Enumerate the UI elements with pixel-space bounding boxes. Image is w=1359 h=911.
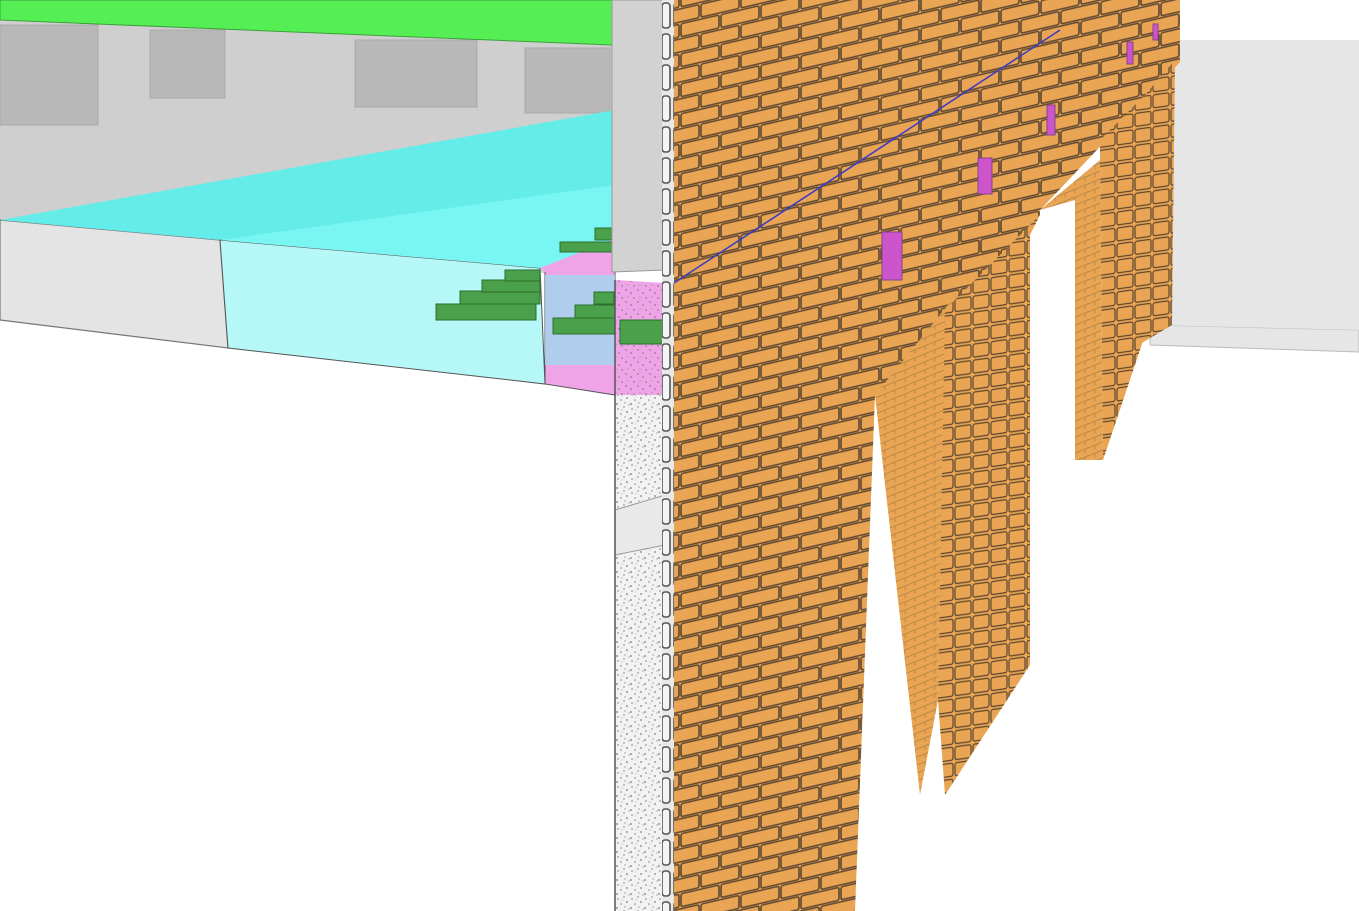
far-wall [1149, 40, 1359, 353]
model-canvas[interactable] [0, 0, 1359, 911]
floor-slab-face [0, 219, 229, 349]
concrete-column [611, 0, 674, 911]
3d-model-viewport[interactable] [0, 0, 1359, 911]
